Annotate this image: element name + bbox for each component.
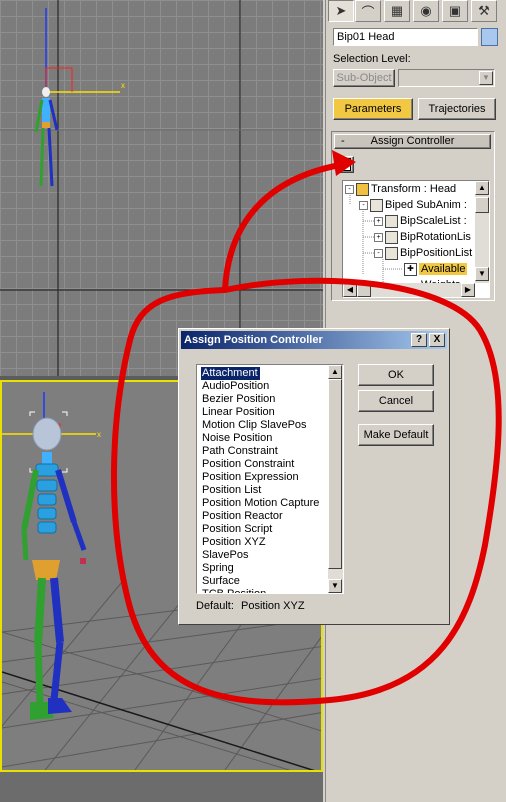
list-controller-icon — [385, 214, 398, 228]
scroll-up-icon[interactable]: ▲ — [328, 365, 342, 379]
controller-list-item[interactable]: Spring — [201, 562, 236, 575]
scroll-right-icon[interactable]: ▶ — [461, 283, 475, 297]
subobject-dropdown[interactable]: ▼ — [398, 69, 495, 87]
object-name-field[interactable]: Bip01 Head — [333, 28, 478, 46]
controller-list-item[interactable]: Surface — [201, 575, 242, 588]
top-viewport-scene: x — [0, 0, 323, 376]
controller-list-item[interactable]: Position Constraint — [201, 458, 296, 471]
tree-item-label: BipScaleList : — [400, 215, 467, 227]
subanim-icon — [370, 198, 383, 212]
collapse-icon[interactable]: - — [345, 184, 354, 194]
display-icon[interactable]: ▣ — [442, 0, 468, 22]
controller-list-item[interactable]: Position Expression — [201, 471, 301, 484]
selection-level-label: Selection Level: — [333, 53, 411, 65]
help-button[interactable]: ? — [411, 333, 427, 347]
scroll-up-icon[interactable]: ▲ — [475, 181, 489, 195]
controller-list-item[interactable]: SlavePos — [201, 549, 250, 562]
motion-icon[interactable]: ◉ — [413, 0, 439, 22]
controller-list[interactable]: Attachment AudioPosition Bezier Position Li… — [196, 364, 344, 594]
tree-item-available[interactable]: ✚ Available — [404, 261, 468, 277]
controller-list-item[interactable]: Path Constraint — [201, 445, 280, 458]
rollout-title: Assign Controller — [370, 135, 455, 147]
object-color-swatch[interactable] — [481, 28, 498, 46]
list-controller-icon — [385, 246, 398, 260]
controller-list-item[interactable]: Position List — [201, 484, 263, 497]
controller-list-item[interactable]: Motion Clip SlavePos — [201, 419, 309, 432]
controller-list-item[interactable]: Attachment — [201, 367, 260, 380]
chevron-down-icon: ▼ — [479, 71, 493, 85]
assign-controller-button[interactable]: ? — [337, 156, 354, 173]
tree-item-bipscalelist[interactable]: + BipScaleList : — [374, 213, 467, 229]
controller-list-item[interactable]: Linear Position — [201, 406, 277, 419]
create-icon[interactable]: ➤ — [328, 0, 354, 22]
cancel-button[interactable]: Cancel — [358, 390, 434, 412]
controller-list-item[interactable]: Position XYZ — [201, 536, 268, 549]
dialog-title-bar[interactable]: Assign Position Controller ? X — [181, 331, 447, 349]
tree-item-biprotationlist[interactable]: + BipRotationLis — [374, 229, 471, 245]
scroll-thumb[interactable] — [328, 379, 342, 569]
ok-button[interactable]: OK — [358, 364, 434, 386]
gizmo-x-label-persp: x — [97, 430, 101, 439]
top-viewport[interactable]: x — [0, 0, 323, 376]
tree-horizontal-scrollbar[interactable]: ◀ ▶ — [343, 283, 475, 297]
collapse-icon[interactable]: - — [359, 200, 368, 210]
rollout-header[interactable]: - Assign Controller — [334, 134, 491, 149]
scroll-down-icon[interactable]: ▼ — [475, 267, 489, 281]
controller-tree[interactable]: - Transform : Head - Biped SubAnim : + BipS… — [342, 180, 490, 298]
dialog-title: Assign Position Controller — [184, 334, 323, 346]
tree-item-label: Biped SubAnim : — [385, 199, 467, 211]
controller-list-item[interactable]: Bezier Position — [201, 393, 277, 406]
controller-list-item[interactable]: Position Motion Capture — [201, 497, 321, 510]
controller-list-scrollbar[interactable]: ▲ ▼ — [328, 365, 343, 593]
move-icon: ✚ — [404, 262, 417, 276]
gizmo-x-label-top: x — [121, 81, 125, 90]
default-controller-info: Default: Position XYZ — [196, 600, 305, 612]
transform-icon — [356, 182, 369, 196]
expand-icon[interactable]: + — [374, 232, 383, 242]
tree-item-label: Available — [419, 263, 468, 275]
list-controller-icon — [385, 230, 398, 244]
tree-item-label: Transform : Head — [371, 183, 457, 195]
make-default-button[interactable]: Make Default — [358, 424, 434, 446]
trajectories-button[interactable]: Trajectories — [418, 98, 496, 120]
collapse-icon[interactable]: - — [374, 248, 383, 258]
tree-item-bippositionlist[interactable]: - BipPositionList — [374, 245, 472, 261]
scroll-thumb[interactable] — [475, 197, 489, 213]
assign-controller-icon: ? — [340, 158, 351, 171]
tree-item-label: BipPositionList — [400, 247, 473, 259]
controller-list-item[interactable]: TCB Position — [201, 588, 268, 593]
tree-item-biped-subanim[interactable]: - Biped SubAnim : — [359, 197, 467, 213]
default-label: Default: — [196, 600, 234, 612]
scroll-left-icon[interactable]: ◀ — [343, 283, 357, 297]
hierarchy-icon[interactable]: ▦ — [384, 0, 410, 22]
viewport-bottom-strip — [0, 772, 323, 802]
modify-icon[interactable]: ⌒ — [355, 0, 381, 22]
tree-item-transform[interactable]: - Transform : Head — [345, 181, 456, 197]
close-button[interactable]: X — [429, 333, 445, 347]
controller-list-item[interactable]: Noise Position — [201, 432, 274, 445]
parameters-button[interactable]: Parameters — [333, 98, 413, 120]
default-value: Position XYZ — [240, 600, 305, 612]
controller-list-item[interactable]: AudioPosition — [201, 380, 271, 393]
controller-list-item[interactable]: Position Script — [201, 523, 274, 536]
tree-item-label: BipRotationLis — [400, 231, 471, 243]
rollout-toggle: - — [341, 135, 345, 147]
tree-vertical-scrollbar[interactable]: ▲ ▼ — [475, 181, 489, 283]
controller-list-item[interactable]: Position Reactor — [201, 510, 285, 523]
scroll-down-icon[interactable]: ▼ — [328, 579, 342, 593]
subobject-button[interactable]: Sub-Object — [333, 69, 395, 87]
scroll-thumb-horizontal[interactable] — [357, 283, 371, 297]
utilities-icon[interactable]: ⚒ — [471, 0, 497, 22]
expand-icon[interactable]: + — [374, 216, 383, 226]
